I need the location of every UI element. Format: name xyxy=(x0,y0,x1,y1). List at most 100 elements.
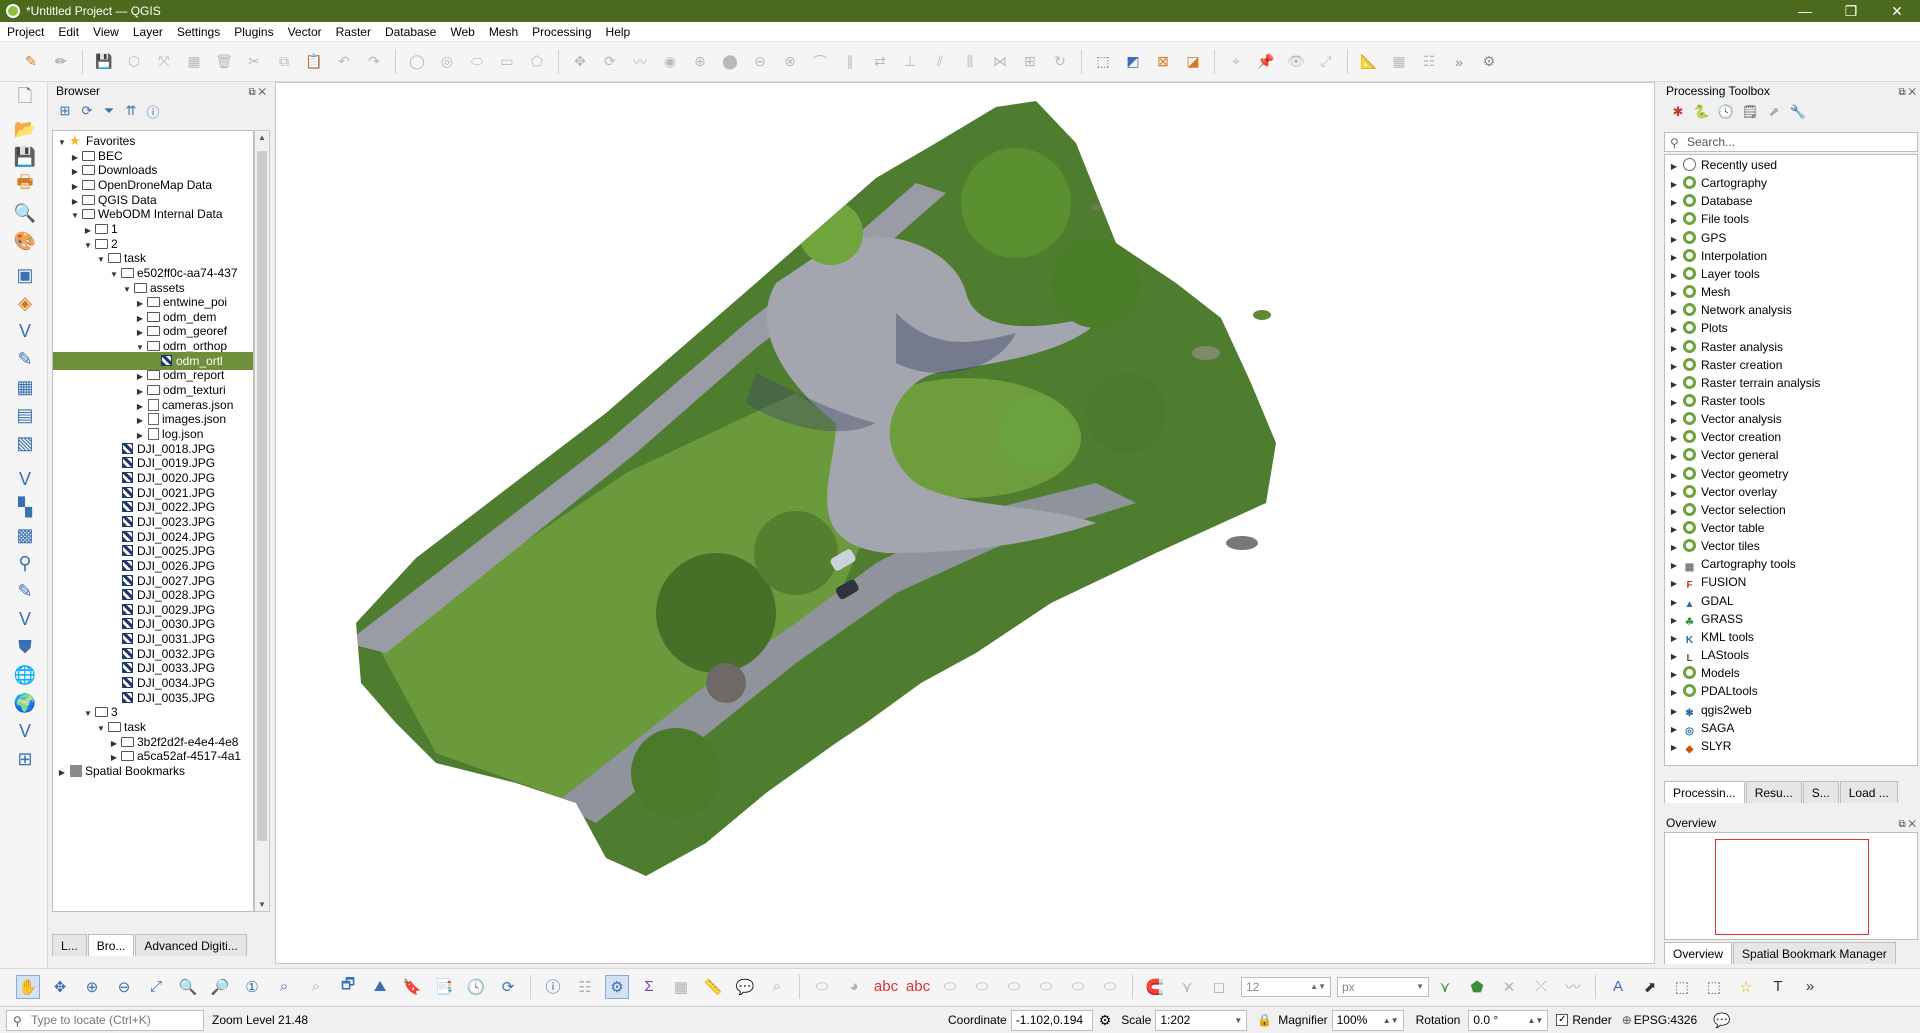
models-icon[interactable]: ✱ xyxy=(1668,103,1688,121)
processing-provider-item[interactable]: ▶ Recently used xyxy=(1665,156,1777,174)
toolbar-overflow-icon[interactable]: » xyxy=(1798,975,1822,999)
add-wms-icon[interactable]: ▩ xyxy=(12,522,38,548)
add-raster-layer-icon[interactable]: ▤ xyxy=(12,402,38,428)
add-part-icon[interactable]: ⊕ xyxy=(689,51,711,73)
add-wcs-icon[interactable]: ✎ xyxy=(12,578,38,604)
new-map-view-icon[interactable]: 🗗 xyxy=(336,975,360,999)
processing-provider-item[interactable]: ▶ F FUSION xyxy=(1665,573,1746,591)
open-project-icon[interactable]: 📂 xyxy=(12,116,38,142)
add-ellipse-icon[interactable]: ⬭ xyxy=(466,51,488,73)
processing-provider-item[interactable]: ▶ ☘ GRASS xyxy=(1665,610,1743,628)
add-arcgis-icon[interactable]: 🌐 xyxy=(12,662,38,688)
split-parts-icon[interactable]: ⫼ xyxy=(959,51,981,73)
new-bookmark-icon[interactable]: 🔖 xyxy=(400,975,424,999)
add-ring-icon[interactable]: ◉ xyxy=(659,51,681,73)
add-postgis-icon[interactable]: ▚ xyxy=(12,494,38,520)
processing-provider-item[interactable]: ▶ Database xyxy=(1665,192,1752,210)
topological-editing-icon[interactable]: ⋎ xyxy=(1433,975,1457,999)
style-manager-icon[interactable]: 🎨 xyxy=(12,228,38,254)
snapping-tolerance-field[interactable]: 12 ▲▼ xyxy=(1241,976,1331,997)
overview-canvas[interactable] xyxy=(1664,832,1918,940)
locator-search-input[interactable]: ⚲ Type to locate (Ctrl+K) xyxy=(6,1009,204,1031)
zoom-native-icon[interactable]: ① xyxy=(240,975,264,999)
magnifier-field[interactable]: 100% ▲▼ xyxy=(1331,1009,1404,1031)
move-label-diagram-icon[interactable]: ⬭ xyxy=(1034,975,1058,999)
processing-provider-item[interactable]: ▶ L LAStools xyxy=(1665,646,1749,664)
merge-attributes-icon[interactable]: ⊞ xyxy=(1019,51,1041,73)
rotate-label-icon[interactable]: ⬭ xyxy=(1066,975,1090,999)
label-toolbar-icon[interactable]: ⌖ xyxy=(1225,51,1247,73)
menu-database[interactable]: Database xyxy=(378,25,443,39)
show-bookmarks-icon[interactable]: 📑 xyxy=(432,975,456,999)
zoom-last-icon[interactable]: ⌕ xyxy=(272,975,296,999)
processing-tree[interactable]: ▶ Recently used ▶ Cartography ▶ Database ▶ File… xyxy=(1664,154,1918,766)
snapping-type-icon[interactable]: ◻ xyxy=(1207,975,1231,999)
toolbar-overflow-icon[interactable]: » xyxy=(1448,51,1470,73)
pin-unpin-labels-icon[interactable]: ⬭ xyxy=(970,975,994,999)
snapping-magnet-icon[interactable]: 🧲 xyxy=(1143,975,1167,999)
processing-provider-item[interactable]: ▶ Layer tools xyxy=(1665,265,1760,283)
expand-arrow-right-icon[interactable]: ▶ xyxy=(57,764,67,782)
temporal-controller-icon[interactable]: 🕓 xyxy=(464,975,488,999)
save-edits-icon[interactable]: 💾 xyxy=(93,51,115,73)
processing-provider-item[interactable]: ▶ File tools xyxy=(1665,210,1749,228)
menu-raster[interactable]: Raster xyxy=(329,25,378,39)
scripts-icon[interactable]: 🐍 xyxy=(1692,103,1712,121)
collapse-all-icon[interactable]: ⇈ xyxy=(122,102,140,120)
save-project-icon[interactable]: 💾 xyxy=(12,144,38,170)
menu-processing[interactable]: Processing xyxy=(525,25,598,39)
menu-edit[interactable]: Edit xyxy=(51,25,86,39)
lock-scale-icon[interactable]: 🔒 xyxy=(1257,1013,1272,1027)
spin-arrows-icon[interactable]: ▲▼ xyxy=(1527,1011,1543,1030)
tab-layers[interactable]: L... xyxy=(52,934,87,956)
processing-provider-item[interactable]: ▶ ▲ GDAL xyxy=(1665,592,1734,610)
processing-provider-item[interactable]: ▶ GPS xyxy=(1665,229,1726,247)
processing-provider-item[interactable]: ▶ ▦ Cartography tools xyxy=(1665,555,1796,573)
tracing-icon[interactable]: 〰 xyxy=(1561,975,1585,999)
python-console-icon[interactable]: ⚙ xyxy=(1478,51,1500,73)
processing-search-input[interactable]: ⚲ Search... xyxy=(1664,132,1918,152)
processing-provider-item[interactable]: ▶ Raster creation xyxy=(1665,356,1782,374)
delete-part-icon[interactable]: ⊗ xyxy=(779,51,801,73)
data-source-manager-icon[interactable]: ▣ xyxy=(12,262,38,288)
add-delimited-text-icon[interactable]: ▧ xyxy=(12,430,38,456)
new-print-layout-icon[interactable]: 🖶 xyxy=(12,172,38,198)
panel-float-close-icon[interactable]: ⧉ ✕ xyxy=(248,84,266,102)
move-label-icon[interactable]: ⤢ xyxy=(1315,51,1337,73)
trim-extend-icon[interactable]: ⊥ xyxy=(899,51,921,73)
advanced-digitizing-icon[interactable]: 📐 xyxy=(1358,51,1380,73)
refresh-map-icon[interactable]: ⟳ xyxy=(496,975,520,999)
menu-project[interactable]: Project xyxy=(0,25,51,39)
toggle-editing-icon[interactable]: ✏ xyxy=(50,51,72,73)
grid-icon[interactable]: ▦ xyxy=(1388,51,1410,73)
tab-browser[interactable]: Bro... xyxy=(87,934,135,956)
add-vector-layer-icon[interactable]: V xyxy=(12,318,38,344)
results-viewer-icon[interactable]: 🗒 xyxy=(1740,103,1760,121)
tab-s[interactable]: S... xyxy=(1802,781,1839,803)
coordinate-field[interactable]: -1.102,0.194 xyxy=(1010,1009,1093,1031)
processing-provider-item[interactable]: ▶ Raster terrain analysis xyxy=(1665,374,1820,392)
menu-view[interactable]: View xyxy=(86,25,126,39)
create-line-annotation-icon[interactable]: ⬚ xyxy=(1702,975,1726,999)
menu-mesh[interactable]: Mesh xyxy=(482,25,525,39)
layout-manager-icon[interactable]: 🔍 xyxy=(12,200,38,226)
delete-ring-icon[interactable]: ⊖ xyxy=(749,51,771,73)
zoom-to-selection-icon[interactable]: 🔍 xyxy=(176,975,200,999)
processing-provider-item[interactable]: ▶ Raster tools xyxy=(1665,392,1765,410)
close-button[interactable]: ✕ xyxy=(1874,0,1920,22)
crs-globe-icon[interactable]: ⊕ xyxy=(1622,1013,1632,1027)
browser-tree[interactable]: ▼ ★ Favorites ▶ BEC ▶ Downloads ▶ OpenDroneMap D… xyxy=(52,130,254,912)
zoom-in-icon[interactable]: ⊕ xyxy=(80,975,104,999)
browser-tree-item[interactable]: ▶ Spatial Bookmarks xyxy=(53,762,253,782)
refresh-icon[interactable]: ⟳ xyxy=(78,102,96,120)
map-tips-icon[interactable]: 💬 xyxy=(733,975,757,999)
identify-features-icon[interactable]: ⓘ xyxy=(541,975,565,999)
add-gps-icon[interactable]: ⊞ xyxy=(12,746,38,772)
statistical-summary-icon[interactable]: Σ xyxy=(637,975,661,999)
snap-to-intersection-icon[interactable]: ✕ xyxy=(1497,975,1521,999)
annotation-text-icon[interactable]: A xyxy=(1606,975,1630,999)
copy-features-icon[interactable]: ⧉ xyxy=(273,51,295,73)
text-annotation-icon[interactable]: ⌕ xyxy=(765,975,789,999)
split-features-icon[interactable]: ⫽ xyxy=(929,51,951,73)
digitize-shape-icon[interactable]: ◯ xyxy=(406,51,428,73)
